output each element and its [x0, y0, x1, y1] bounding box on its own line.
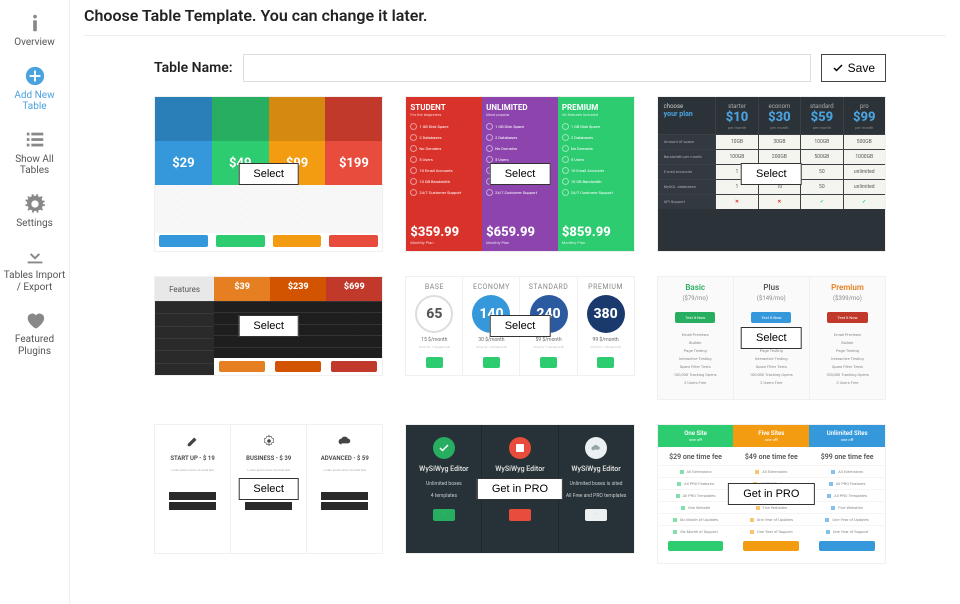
page-title: Choose Table Template. You can change it… [84, 0, 946, 36]
sidebar-item-label: Add New Table [2, 90, 67, 113]
template-card[interactable]: STUDENTFor the beginners1 GB Disk Space2… [405, 96, 634, 252]
sidebar-item-label: Show All Tables [2, 154, 67, 177]
check-circle-icon [433, 437, 455, 459]
sidebar-item-import-export[interactable]: Tables Import / Export [0, 237, 69, 301]
heart-icon [24, 309, 46, 331]
select-button[interactable]: Select [490, 163, 551, 185]
template-card[interactable]: BASE6515 $/monthPrice for 1 minute 0.2$·… [405, 276, 634, 376]
check-icon [832, 62, 844, 74]
select-button[interactable]: Select [490, 315, 551, 337]
select-button[interactable]: Select [741, 163, 802, 185]
template-card[interactable]: Features······ $39 ····· $239 ····· $699… [154, 276, 383, 376]
template-card[interactable]: START UP - $ 19Lorem ipsum dolor sit ame… [154, 424, 383, 554]
sidebar-item-add-new-table[interactable]: Add New Table [0, 57, 69, 121]
sidebar-item-label: Settings [16, 218, 53, 230]
sidebar-item-label: Overview [14, 37, 55, 49]
template-card[interactable]: chooseyour plan starter$10per month econ… [657, 96, 886, 252]
sidebar-item-show-all-tables[interactable]: Show All Tables [0, 121, 69, 185]
template-card[interactable]: $29····· $49····· $99····· $199····· Sel… [154, 96, 383, 252]
get-pro-button[interactable]: Get in PRO [728, 483, 814, 505]
sidebar-item-label: Featured Plugins [2, 334, 67, 357]
template-card[interactable]: Basic($79/mo)Test It NowEmail PreviewsBu… [657, 276, 886, 400]
save-button[interactable]: Save [821, 54, 886, 82]
plus-circle-icon [24, 65, 46, 87]
layout-icon [509, 437, 531, 459]
gear-icon [24, 193, 46, 215]
sidebar-item-settings[interactable]: Settings [0, 185, 69, 238]
table-name-input[interactable] [243, 54, 811, 82]
info-icon [24, 12, 46, 34]
table-name-row: Table Name: Save [154, 54, 886, 82]
sidebar-item-label: Tables Import / Export [2, 270, 67, 293]
get-pro-button[interactable]: Get in PRO [477, 478, 563, 500]
select-button[interactable]: Select [238, 163, 299, 185]
main-content: Choose Table Template. You can change it… [70, 0, 960, 604]
sidebar-item-featured-plugins[interactable]: Featured Plugins [0, 301, 69, 365]
select-button[interactable]: Select [741, 327, 802, 349]
cloud-icon [585, 437, 607, 459]
templates-grid: $29····· $49····· $99····· $199····· Sel… [84, 96, 946, 604]
pencil-icon [159, 433, 226, 449]
gear-icon [235, 433, 302, 449]
select-button[interactable]: Select [238, 478, 299, 500]
download-icon [24, 245, 46, 267]
sidebar-item-overview[interactable]: Overview [0, 4, 69, 57]
select-button[interactable]: Select [238, 315, 299, 337]
sidebar: Overview Add New Table Show All Tables S… [0, 0, 70, 604]
template-card[interactable]: One Siteone off$29 one time feeAll Exten… [657, 424, 886, 564]
table-name-label: Table Name: [154, 60, 233, 76]
template-card[interactable]: WySiWyg EditorUnlimited boxes4 templates… [405, 424, 634, 554]
list-icon [24, 129, 46, 151]
cloud-icon [311, 433, 378, 449]
save-button-label: Save [848, 61, 875, 75]
